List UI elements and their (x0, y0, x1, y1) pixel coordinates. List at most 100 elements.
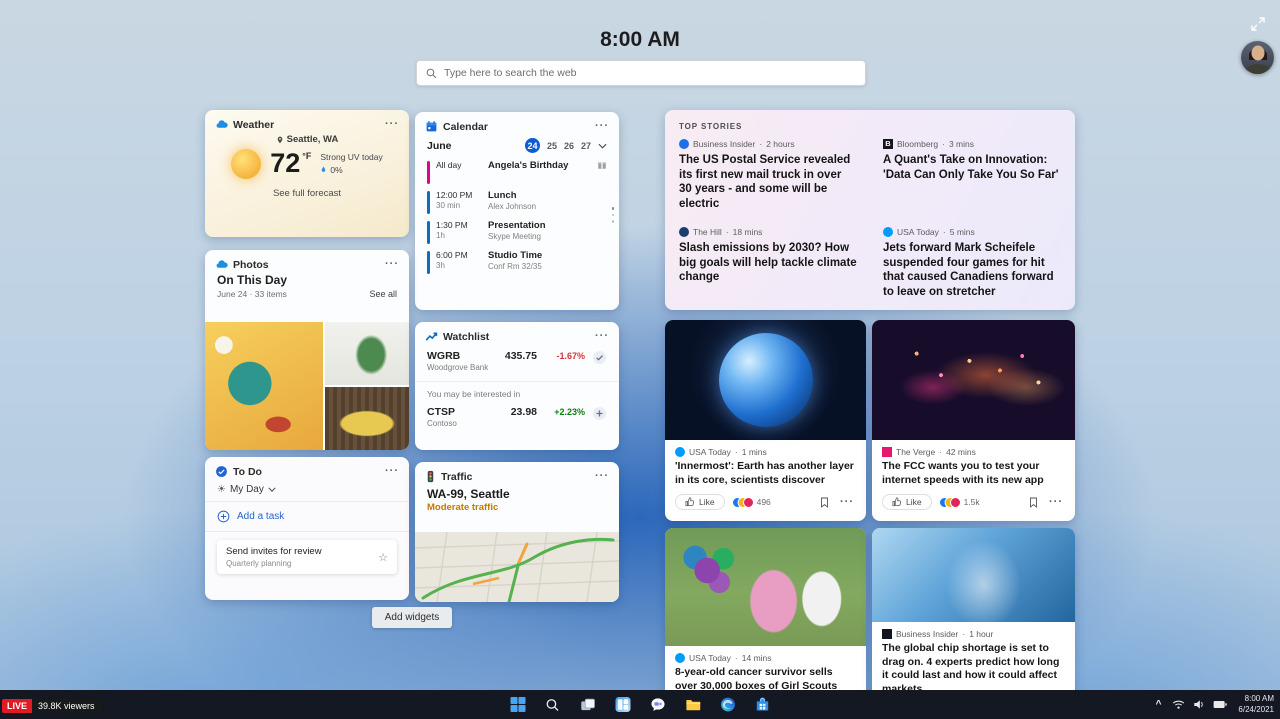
photo-thumbnail[interactable] (205, 322, 323, 450)
card-more-button[interactable]: ··· (838, 497, 856, 508)
calendar-date-selected[interactable]: 24 (525, 138, 540, 153)
water-drop-icon (320, 165, 327, 174)
girl-scouts-photo (665, 528, 866, 646)
bookmark-button[interactable] (818, 495, 831, 510)
calendar-date[interactable]: 25 (547, 141, 557, 151)
folder-icon (685, 698, 700, 711)
earth-photo (665, 320, 866, 440)
todo-widget[interactable]: To Do ··· ☀ My Day Add a task Send invit… (205, 457, 409, 600)
weather-condition: Strong UV today (320, 151, 382, 164)
more-icon[interactable]: ··· (595, 123, 609, 130)
earth-globe-illustration (719, 333, 813, 427)
news-story[interactable]: The Hill · 18 mins Slash emissions by 20… (679, 227, 857, 300)
see-all-link[interactable]: See all (369, 289, 397, 299)
edge-button[interactable] (715, 693, 741, 717)
card-more-button[interactable]: ··· (1047, 497, 1065, 508)
more-icon[interactable]: ··· (385, 468, 399, 475)
top-stories-panel[interactable]: TOP STORIES Business Insider · 2 hours T… (665, 110, 1075, 310)
pip-expand-button[interactable] (1250, 16, 1266, 35)
bloomberg-icon: B (883, 139, 893, 149)
stock-chart-icon (425, 330, 438, 343)
more-icon[interactable]: ··· (595, 473, 609, 480)
traffic-widget[interactable]: Traffic ··· WA-99, Seattle Moderate traf… (415, 462, 619, 602)
photos-meta: June 24 · 33 items (217, 289, 287, 299)
start-button[interactable] (505, 693, 531, 717)
traffic-map[interactable] (415, 532, 619, 602)
calendar-widget[interactable]: Calendar ··· June 24 25 26 27 All day An… (415, 112, 619, 310)
widget-title: Watchlist (443, 331, 489, 343)
weather-widget[interactable]: Weather ··· Seattle, WA 72°F Strong UV t… (205, 110, 409, 237)
battery-icon[interactable] (1213, 700, 1227, 709)
task-view-button[interactable] (575, 693, 601, 717)
add-circle-icon[interactable] (592, 406, 607, 426)
add-widgets-button[interactable]: Add widgets (372, 607, 452, 628)
calendar-date[interactable]: 26 (564, 141, 574, 151)
my-day-selector[interactable]: ☀ My Day (205, 478, 409, 502)
bookmark-button[interactable] (1027, 495, 1040, 510)
calendar-event[interactable]: 1:30 PM1h PresentationSkype Meeting (427, 220, 607, 244)
usa-today-icon (675, 447, 685, 457)
calendar-date[interactable]: 27 (581, 141, 591, 151)
photo-collage[interactable] (205, 322, 409, 450)
check-circle-icon[interactable] (592, 350, 607, 370)
photo-thumbnail[interactable] (325, 322, 409, 385)
thumbs-up-icon (685, 497, 695, 507)
story-headline: The US Postal Service revealed its first… (679, 153, 857, 212)
news-card[interactable]: The Verge · 42 mins The FCC wants you to… (872, 320, 1075, 521)
wifi-icon[interactable] (1172, 699, 1185, 710)
news-story[interactable]: B Bloomberg · 3 mins A Quant's Take on I… (883, 139, 1061, 212)
like-button[interactable]: Like (882, 494, 932, 510)
chevron-down-icon (268, 487, 276, 492)
stock-change: +2.23% (541, 407, 585, 417)
widgets-board: 8:00 AM Weather ··· Seattle, WA 72°F Str… (0, 0, 1280, 719)
web-search-bar[interactable] (416, 60, 866, 86)
photos-widget[interactable]: Photos ··· On This Day June 24 · 33 item… (205, 250, 409, 450)
add-task-button[interactable]: Add a task (205, 502, 409, 532)
calendar-event[interactable]: 6:00 PM3h Studio TimeConf Rm 32/35 (427, 250, 607, 274)
calendar-icon (425, 120, 438, 133)
star-icon[interactable]: ☆ (378, 551, 388, 564)
card-headline: The global chip shortage is set to drag … (882, 642, 1065, 697)
widgets-button[interactable] (610, 693, 636, 717)
calendar-event[interactable]: All day Angela's Birthday (427, 160, 607, 184)
watchlist-widget[interactable]: Watchlist ··· WGRBWoodgrove Bank 435.75 … (415, 322, 619, 450)
more-icon[interactable]: ··· (385, 121, 399, 128)
photo-thumbnail[interactable] (325, 387, 409, 450)
search-icon (546, 698, 560, 712)
tray-overflow-button[interactable]: ^ (1153, 699, 1165, 710)
reaction-cluster: 1.5k (939, 497, 980, 508)
like-button[interactable]: Like (675, 494, 725, 510)
story-headline: Slash emissions by 2030? How big goals w… (679, 241, 857, 285)
tray-time: 8:00 AM (1238, 694, 1274, 705)
tray-clock[interactable]: 8:00 AM 6/24/2021 (1235, 694, 1274, 716)
widget-title: Traffic (441, 471, 473, 483)
event-color-bar (427, 251, 430, 274)
board-clock: 8:00 AM (0, 28, 1280, 52)
news-story[interactable]: Business Insider · 2 hours The US Postal… (679, 139, 857, 212)
volume-icon[interactable] (1193, 699, 1205, 710)
task-item[interactable]: Send invites for reviewQuarterly plannin… (217, 540, 397, 574)
business-insider-icon (882, 629, 892, 639)
search-input[interactable] (444, 67, 856, 79)
more-icon[interactable]: ··· (385, 261, 399, 268)
widget-title: Photos (233, 259, 269, 271)
chat-button[interactable] (645, 693, 671, 717)
more-icon[interactable]: ··· (595, 333, 609, 340)
stock-row[interactable]: CTSPContoso 23.98 +2.23% (415, 406, 619, 428)
widget-title: To Do (233, 466, 262, 478)
file-explorer-button[interactable] (680, 693, 706, 717)
store-button[interactable] (750, 693, 776, 717)
news-card[interactable]: USA Today · 1 mins 'Innermost': Earth ha… (665, 320, 866, 521)
taskbar-search-button[interactable] (540, 693, 566, 717)
calendar-event[interactable]: 12:00 PM30 min LunchAlex Johnson (427, 190, 607, 214)
card-headline: 'Innermost': Earth has another layer in … (675, 460, 856, 487)
stock-row[interactable]: WGRBWoodgrove Bank 435.75 -1.67% (415, 350, 619, 372)
widget-title: Weather (233, 119, 274, 131)
live-badge: LIVE 39.8K viewers (2, 699, 101, 713)
precipitation: 0% (320, 164, 382, 177)
see-full-forecast-link[interactable]: See full forecast (205, 188, 409, 199)
calendar-scroll-dots (612, 207, 615, 223)
news-story[interactable]: USA Today · 5 mins Jets forward Mark Sch… (883, 227, 1061, 300)
taskbar: ^ 8:00 AM 6/24/2021 (0, 690, 1280, 719)
chevron-down-icon[interactable] (598, 143, 607, 149)
